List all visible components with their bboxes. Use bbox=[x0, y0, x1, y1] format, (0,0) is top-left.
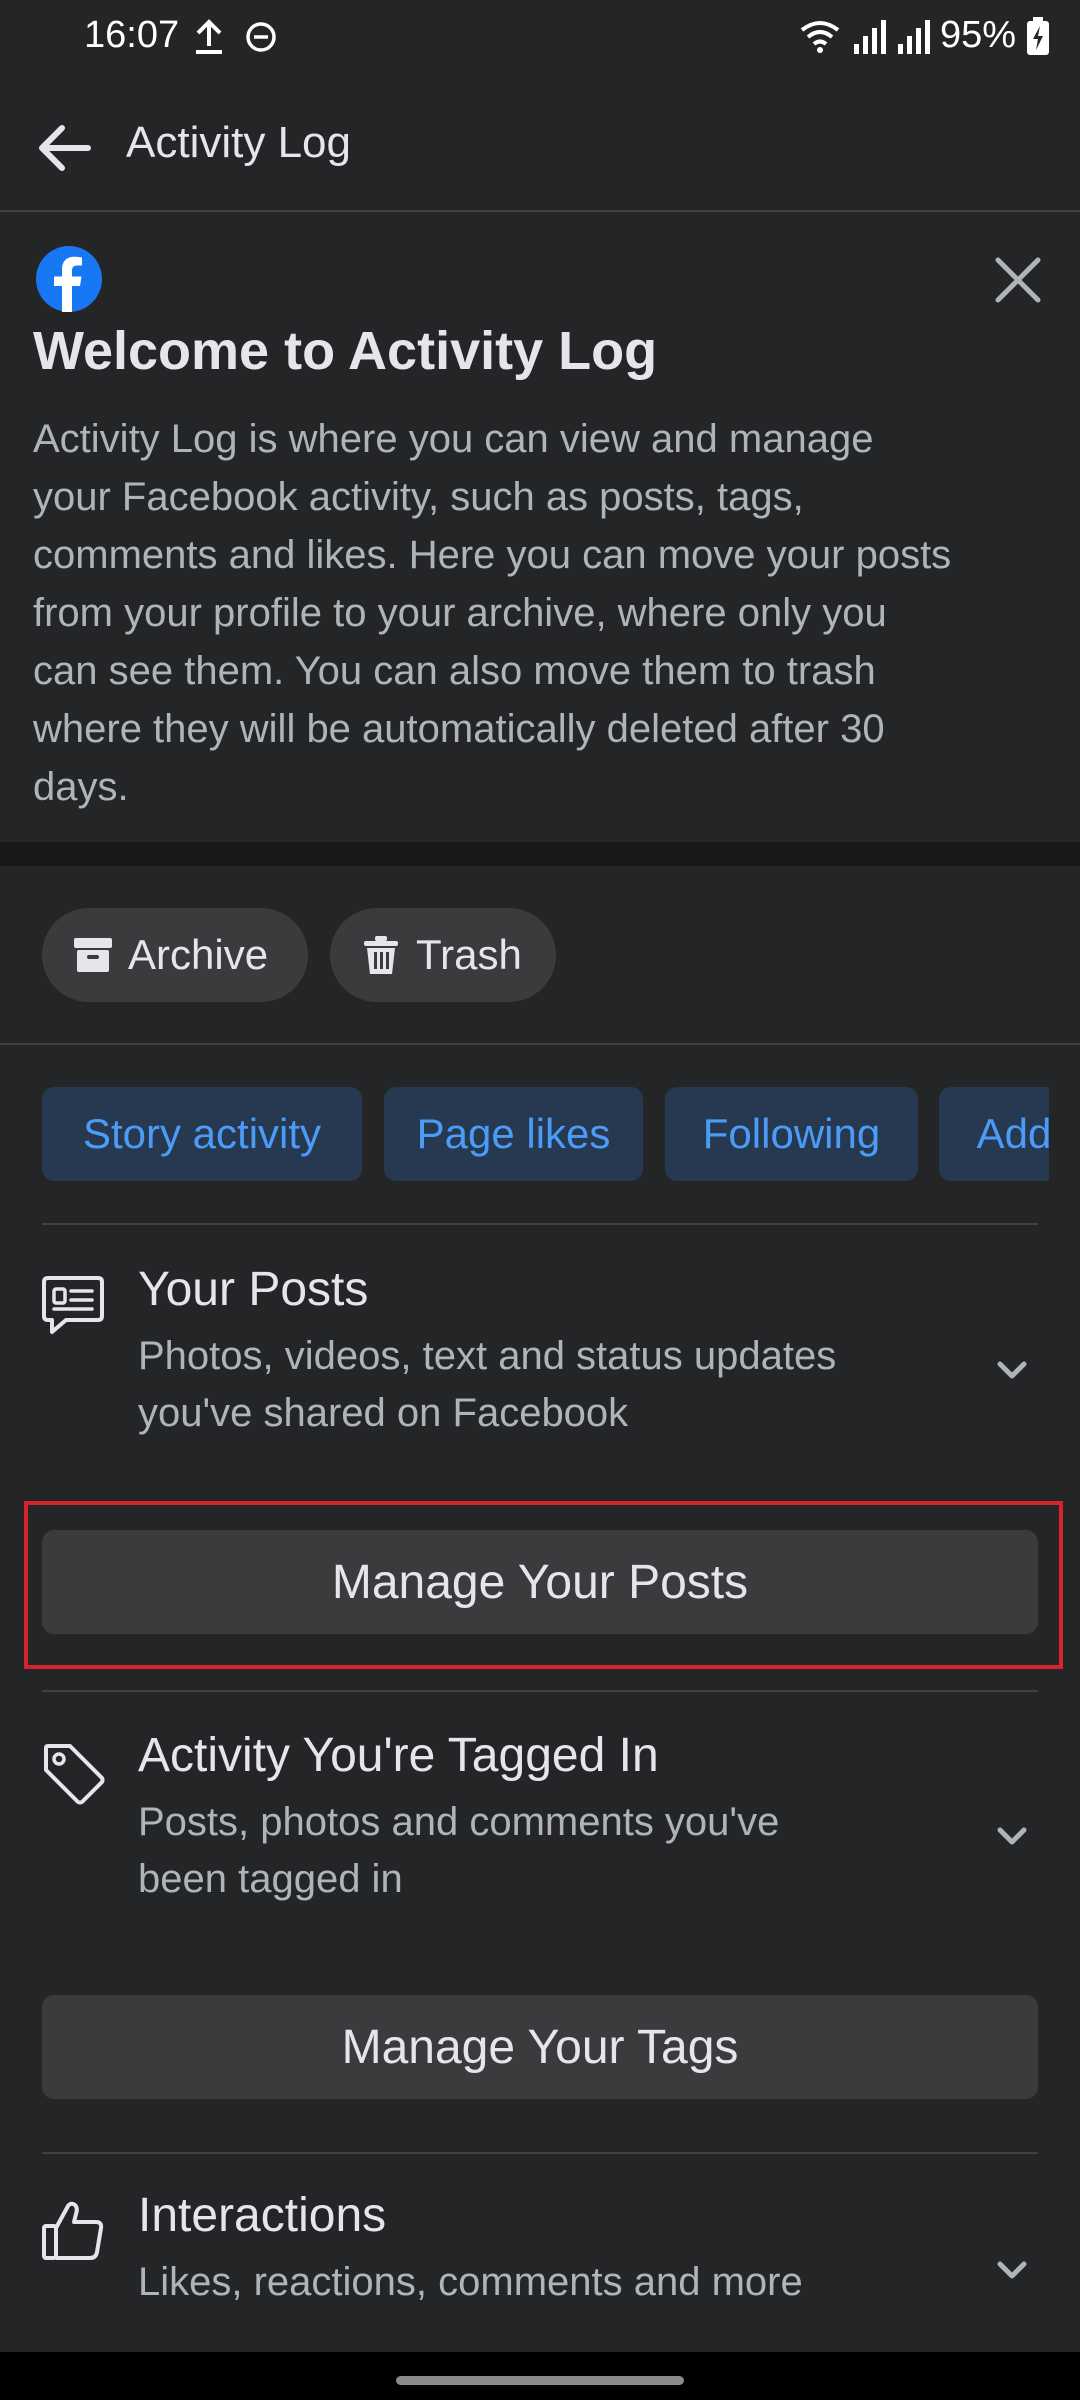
archive-box-icon bbox=[74, 938, 112, 972]
interactions-title: Interactions bbox=[138, 2189, 387, 2242]
system-navigation-bar bbox=[0, 2352, 1080, 2400]
chevron-down-icon[interactable] bbox=[992, 1816, 1032, 1856]
highlight-box bbox=[24, 1501, 1063, 1669]
trash-label: Trash bbox=[416, 931, 522, 978]
tagged-description: Posts, photos and comments you've been t… bbox=[138, 1794, 898, 1908]
status-right: 95% bbox=[798, 14, 1050, 57]
welcome-line: comments and likes. Here you can move yo… bbox=[33, 533, 952, 577]
trash-can-icon bbox=[364, 936, 398, 974]
archive-label: Archive bbox=[128, 931, 269, 978]
interactions-description: Likes, reactions, comments and more bbox=[138, 2254, 898, 2311]
post-message-icon bbox=[42, 1276, 104, 1334]
app-bar: Activity Log bbox=[0, 80, 1080, 212]
battery-charging-icon bbox=[1027, 16, 1049, 55]
welcome-line: days. bbox=[33, 765, 129, 809]
battery-percent: 95% bbox=[939, 14, 1016, 56]
do-not-disturb-icon bbox=[246, 22, 276, 52]
welcome-title: Welcome to Activity Log bbox=[33, 321, 658, 381]
welcome-line: can see them. You can also move them to … bbox=[33, 649, 876, 693]
tab-add[interactable]: Add bbox=[939, 1087, 1049, 1181]
tagged-desc-line: been tagged in bbox=[138, 1857, 403, 1901]
tag-icon bbox=[44, 1744, 105, 1805]
archive-button[interactable]: Archive bbox=[42, 908, 308, 1002]
your-posts-description: Photos, videos, text and status updates … bbox=[138, 1328, 898, 1442]
chevron-down-icon[interactable] bbox=[992, 1350, 1032, 1390]
close-icon[interactable] bbox=[990, 252, 1046, 308]
welcome-line: where they will be automatically deleted… bbox=[33, 707, 885, 751]
section-divider bbox=[0, 842, 1080, 866]
manage-your-tags-button[interactable]: Manage Your Tags bbox=[42, 1995, 1038, 2099]
divider bbox=[42, 1223, 1038, 1225]
page-title: Activity Log bbox=[126, 118, 351, 167]
divider bbox=[0, 1043, 1080, 1045]
welcome-card: Welcome to Activity Log Activity Log is … bbox=[0, 212, 1080, 840]
your-posts-desc-line: you've shared on Facebook bbox=[138, 1391, 629, 1435]
tab-following[interactable]: Following bbox=[665, 1087, 918, 1181]
tab-page-likes[interactable]: Page likes bbox=[384, 1087, 643, 1181]
back-arrow-icon[interactable] bbox=[32, 116, 96, 180]
welcome-line: your Facebook activity, such as posts, t… bbox=[33, 475, 804, 519]
signal-icon-2 bbox=[897, 19, 930, 54]
welcome-line: from your profile to your archive, where… bbox=[33, 591, 887, 635]
your-posts-title: Your Posts bbox=[138, 1263, 369, 1316]
tagged-title: Activity You're Tagged In bbox=[138, 1729, 659, 1782]
facebook-logo-icon bbox=[36, 246, 102, 312]
tagged-section[interactable]: Activity You're Tagged In Posts, photos … bbox=[0, 1692, 1080, 1947]
tagged-desc-line: Posts, photos and comments you've bbox=[138, 1800, 780, 1844]
filter-tabs: Story activity Page likes Following Add bbox=[42, 1087, 1049, 1181]
trash-button[interactable]: Trash bbox=[330, 908, 556, 1002]
chevron-down-icon[interactable] bbox=[992, 2250, 1032, 2290]
tab-story-activity[interactable]: Story activity bbox=[42, 1087, 362, 1181]
your-posts-desc-line: Photos, videos, text and status updates bbox=[138, 1334, 837, 1378]
your-posts-section[interactable]: Your Posts Photos, videos, text and stat… bbox=[0, 1226, 1080, 1481]
interactions-desc-line: Likes, reactions, comments and more bbox=[138, 2260, 803, 2304]
thumbs-up-icon bbox=[42, 2201, 104, 2260]
status-time: 16:07 bbox=[84, 14, 180, 56]
status-left-icons bbox=[192, 18, 278, 56]
welcome-description: Activity Log is where you can view and m… bbox=[33, 410, 1043, 816]
signal-icon bbox=[853, 19, 886, 54]
upload-icon bbox=[196, 19, 222, 54]
home-gesture-handle[interactable] bbox=[396, 2376, 684, 2385]
status-bar: 16:07 95% bbox=[0, 0, 1080, 80]
welcome-line: Activity Log is where you can view and m… bbox=[33, 417, 874, 461]
wifi-icon bbox=[800, 20, 840, 53]
interactions-section[interactable]: Interactions Likes, reactions, comments … bbox=[0, 2154, 1080, 2350]
